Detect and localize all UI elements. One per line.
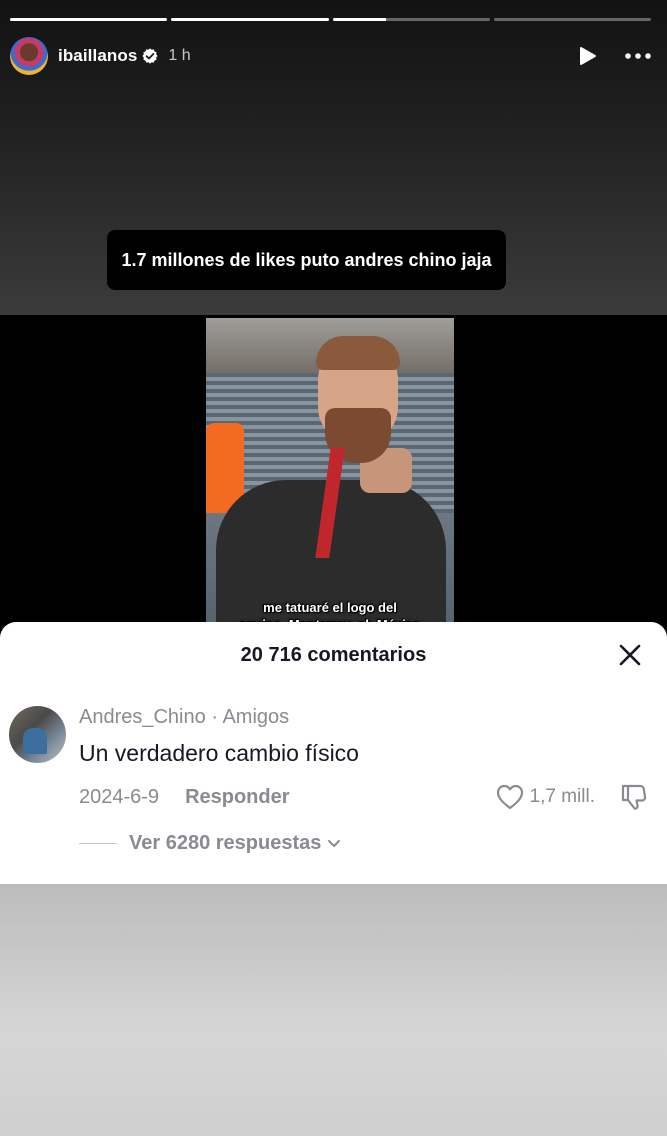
progress-segment [493,18,651,21]
progress-segment [171,18,329,21]
story-progress-bar [10,18,651,21]
view-replies-label: Ver 6280 respuestas [129,832,322,854]
meta-separator: · [211,706,223,728]
comments-count-title: 20 716 comentarios [240,644,427,666]
story-header: ibaillanos 1 h [10,37,651,75]
video-thumbnail[interactable]: me tatuaré el logo del equipo, Monterrey… [206,318,454,635]
person-head [261,318,454,493]
close-icon [619,644,641,666]
comment-date: 2024-6-9 [79,785,160,808]
more-icon[interactable] [625,53,651,59]
close-button[interactable] [615,640,645,670]
reply-button[interactable]: Responder [185,786,289,809]
comment-relation: Amigos [222,706,290,728]
story-top-area: ibaillanos 1 h 1.7 millones de likes put… [0,0,667,315]
comment-actions: 1,7 mill. [496,783,647,811]
story-caption: 1.7 millones de likes puto andres chino … [107,230,506,290]
like-count: 1,7 mill. [529,786,595,807]
view-replies-button[interactable]: Ver 6280 respuestas [79,832,341,855]
story-time: 1 h [168,47,191,64]
video-area: me tatuaré el logo del equipo, Monterrey… [0,315,667,635]
heart-icon[interactable] [496,784,524,810]
comment-meta: Andres_Chino · Amigos [79,706,289,729]
username[interactable]: ibaillanos [58,46,137,66]
progress-segment [332,18,490,21]
comment-avatar[interactable] [9,706,66,763]
avatar[interactable] [10,37,48,75]
comment-footer: 2024-6-9 Responder 1,7 mill. [79,782,647,812]
verified-badge-icon [142,48,158,64]
dislike-icon[interactable] [619,783,647,811]
story-bottom-area [0,884,667,1136]
progress-segment [10,18,168,21]
divider-line [79,843,117,844]
play-icon[interactable] [579,46,597,66]
comments-sheet: 20 716 comentarios Andres_Chino · Amigos… [0,622,667,884]
comment-text: Un verdadero cambio físico [79,740,359,766]
chevron-down-icon [327,839,341,849]
header-actions [579,46,651,66]
comment-author[interactable]: Andres_Chino [79,706,206,728]
video-subtitle-line: me tatuaré el logo del [263,600,397,615]
